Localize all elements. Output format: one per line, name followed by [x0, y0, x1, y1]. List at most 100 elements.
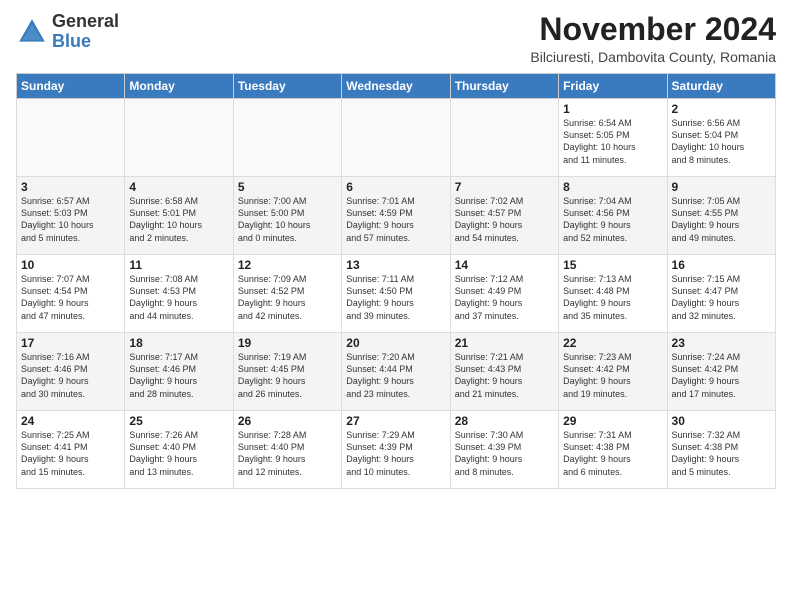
day-info: Sunrise: 7:24 AM Sunset: 4:42 PM Dayligh… — [672, 351, 771, 400]
day-cell: 8Sunrise: 7:04 AM Sunset: 4:56 PM Daylig… — [559, 177, 667, 255]
weekday-header-tuesday: Tuesday — [233, 74, 341, 99]
day-cell: 6Sunrise: 7:01 AM Sunset: 4:59 PM Daylig… — [342, 177, 450, 255]
day-info: Sunrise: 7:29 AM Sunset: 4:39 PM Dayligh… — [346, 429, 445, 478]
day-number: 17 — [21, 336, 120, 350]
day-cell — [17, 99, 125, 177]
day-number: 26 — [238, 414, 337, 428]
day-number: 11 — [129, 258, 228, 272]
day-cell: 18Sunrise: 7:17 AM Sunset: 4:46 PM Dayli… — [125, 333, 233, 411]
day-cell — [233, 99, 341, 177]
day-number: 29 — [563, 414, 662, 428]
day-info: Sunrise: 7:17 AM Sunset: 4:46 PM Dayligh… — [129, 351, 228, 400]
day-number: 12 — [238, 258, 337, 272]
day-info: Sunrise: 7:09 AM Sunset: 4:52 PM Dayligh… — [238, 273, 337, 322]
day-cell: 28Sunrise: 7:30 AM Sunset: 4:39 PM Dayli… — [450, 411, 558, 489]
day-cell: 13Sunrise: 7:11 AM Sunset: 4:50 PM Dayli… — [342, 255, 450, 333]
day-cell — [125, 99, 233, 177]
day-cell — [342, 99, 450, 177]
day-cell: 11Sunrise: 7:08 AM Sunset: 4:53 PM Dayli… — [125, 255, 233, 333]
weekday-header-friday: Friday — [559, 74, 667, 99]
header: General Blue November 2024 Bilciuresti, … — [16, 12, 776, 65]
day-cell — [450, 99, 558, 177]
logo-icon — [16, 16, 48, 48]
day-info: Sunrise: 7:02 AM Sunset: 4:57 PM Dayligh… — [455, 195, 554, 244]
day-info: Sunrise: 7:28 AM Sunset: 4:40 PM Dayligh… — [238, 429, 337, 478]
day-info: Sunrise: 7:13 AM Sunset: 4:48 PM Dayligh… — [563, 273, 662, 322]
day-number: 4 — [129, 180, 228, 194]
week-row-2: 3Sunrise: 6:57 AM Sunset: 5:03 PM Daylig… — [17, 177, 776, 255]
day-info: Sunrise: 7:31 AM Sunset: 4:38 PM Dayligh… — [563, 429, 662, 478]
weekday-header-sunday: Sunday — [17, 74, 125, 99]
week-row-5: 24Sunrise: 7:25 AM Sunset: 4:41 PM Dayli… — [17, 411, 776, 489]
day-info: Sunrise: 6:54 AM Sunset: 5:05 PM Dayligh… — [563, 117, 662, 166]
day-number: 8 — [563, 180, 662, 194]
day-number: 10 — [21, 258, 120, 272]
day-info: Sunrise: 7:25 AM Sunset: 4:41 PM Dayligh… — [21, 429, 120, 478]
day-cell: 21Sunrise: 7:21 AM Sunset: 4:43 PM Dayli… — [450, 333, 558, 411]
day-number: 13 — [346, 258, 445, 272]
weekday-header-monday: Monday — [125, 74, 233, 99]
day-number: 24 — [21, 414, 120, 428]
calendar-table: SundayMondayTuesdayWednesdayThursdayFrid… — [16, 73, 776, 489]
logo-text: General Blue — [52, 12, 119, 52]
title-block: November 2024 Bilciuresti, Dambovita Cou… — [530, 12, 776, 65]
week-row-4: 17Sunrise: 7:16 AM Sunset: 4:46 PM Dayli… — [17, 333, 776, 411]
day-cell: 5Sunrise: 7:00 AM Sunset: 5:00 PM Daylig… — [233, 177, 341, 255]
day-info: Sunrise: 7:23 AM Sunset: 4:42 PM Dayligh… — [563, 351, 662, 400]
day-number: 14 — [455, 258, 554, 272]
day-cell: 9Sunrise: 7:05 AM Sunset: 4:55 PM Daylig… — [667, 177, 775, 255]
day-number: 27 — [346, 414, 445, 428]
day-info: Sunrise: 7:16 AM Sunset: 4:46 PM Dayligh… — [21, 351, 120, 400]
day-cell: 19Sunrise: 7:19 AM Sunset: 4:45 PM Dayli… — [233, 333, 341, 411]
day-info: Sunrise: 7:01 AM Sunset: 4:59 PM Dayligh… — [346, 195, 445, 244]
day-info: Sunrise: 7:08 AM Sunset: 4:53 PM Dayligh… — [129, 273, 228, 322]
day-cell: 16Sunrise: 7:15 AM Sunset: 4:47 PM Dayli… — [667, 255, 775, 333]
page: General Blue November 2024 Bilciuresti, … — [0, 0, 792, 501]
day-cell: 17Sunrise: 7:16 AM Sunset: 4:46 PM Dayli… — [17, 333, 125, 411]
day-number: 25 — [129, 414, 228, 428]
day-cell: 26Sunrise: 7:28 AM Sunset: 4:40 PM Dayli… — [233, 411, 341, 489]
location: Bilciuresti, Dambovita County, Romania — [530, 49, 776, 65]
day-cell: 3Sunrise: 6:57 AM Sunset: 5:03 PM Daylig… — [17, 177, 125, 255]
day-number: 1 — [563, 102, 662, 116]
day-cell: 25Sunrise: 7:26 AM Sunset: 4:40 PM Dayli… — [125, 411, 233, 489]
logo: General Blue — [16, 12, 119, 52]
week-row-1: 1Sunrise: 6:54 AM Sunset: 5:05 PM Daylig… — [17, 99, 776, 177]
day-cell: 23Sunrise: 7:24 AM Sunset: 4:42 PM Dayli… — [667, 333, 775, 411]
day-number: 30 — [672, 414, 771, 428]
day-number: 5 — [238, 180, 337, 194]
day-info: Sunrise: 7:21 AM Sunset: 4:43 PM Dayligh… — [455, 351, 554, 400]
logo-blue: Blue — [52, 31, 91, 51]
day-cell: 14Sunrise: 7:12 AM Sunset: 4:49 PM Dayli… — [450, 255, 558, 333]
day-cell: 10Sunrise: 7:07 AM Sunset: 4:54 PM Dayli… — [17, 255, 125, 333]
day-number: 7 — [455, 180, 554, 194]
day-cell: 30Sunrise: 7:32 AM Sunset: 4:38 PM Dayli… — [667, 411, 775, 489]
weekday-header-saturday: Saturday — [667, 74, 775, 99]
day-cell: 24Sunrise: 7:25 AM Sunset: 4:41 PM Dayli… — [17, 411, 125, 489]
weekday-header-row: SundayMondayTuesdayWednesdayThursdayFrid… — [17, 74, 776, 99]
day-cell: 29Sunrise: 7:31 AM Sunset: 4:38 PM Dayli… — [559, 411, 667, 489]
weekday-header-thursday: Thursday — [450, 74, 558, 99]
day-number: 3 — [21, 180, 120, 194]
weekday-header-wednesday: Wednesday — [342, 74, 450, 99]
day-cell: 15Sunrise: 7:13 AM Sunset: 4:48 PM Dayli… — [559, 255, 667, 333]
day-number: 22 — [563, 336, 662, 350]
day-number: 16 — [672, 258, 771, 272]
day-number: 6 — [346, 180, 445, 194]
day-info: Sunrise: 6:56 AM Sunset: 5:04 PM Dayligh… — [672, 117, 771, 166]
day-cell: 20Sunrise: 7:20 AM Sunset: 4:44 PM Dayli… — [342, 333, 450, 411]
day-cell: 12Sunrise: 7:09 AM Sunset: 4:52 PM Dayli… — [233, 255, 341, 333]
day-number: 21 — [455, 336, 554, 350]
day-cell: 4Sunrise: 6:58 AM Sunset: 5:01 PM Daylig… — [125, 177, 233, 255]
day-number: 19 — [238, 336, 337, 350]
day-info: Sunrise: 7:32 AM Sunset: 4:38 PM Dayligh… — [672, 429, 771, 478]
day-info: Sunrise: 7:19 AM Sunset: 4:45 PM Dayligh… — [238, 351, 337, 400]
day-number: 20 — [346, 336, 445, 350]
day-number: 23 — [672, 336, 771, 350]
day-info: Sunrise: 7:04 AM Sunset: 4:56 PM Dayligh… — [563, 195, 662, 244]
day-number: 9 — [672, 180, 771, 194]
logo-general: General — [52, 11, 119, 31]
month-title: November 2024 — [530, 12, 776, 47]
day-cell: 27Sunrise: 7:29 AM Sunset: 4:39 PM Dayli… — [342, 411, 450, 489]
day-info: Sunrise: 7:30 AM Sunset: 4:39 PM Dayligh… — [455, 429, 554, 478]
